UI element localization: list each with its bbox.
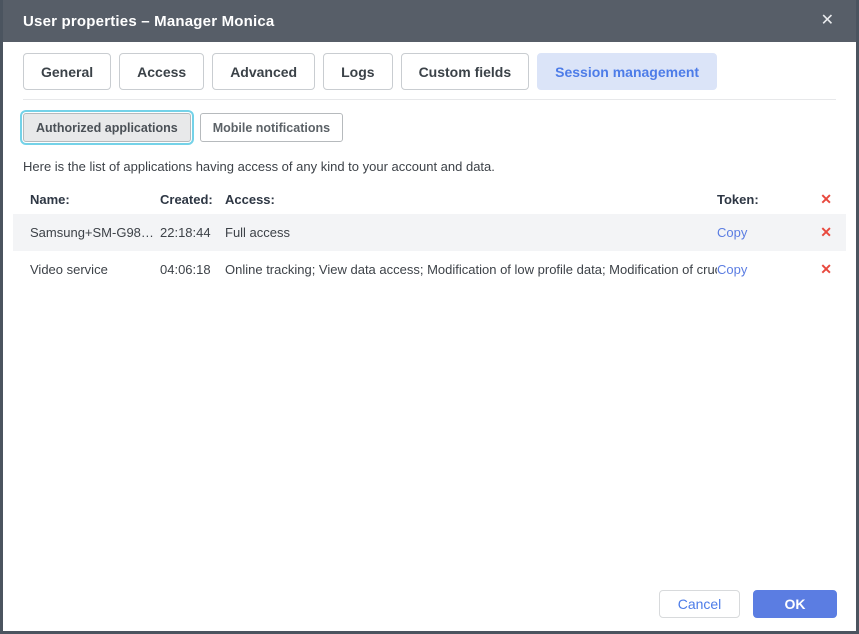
app-access: Online tracking; View data access; Modif… [225, 262, 717, 277]
ok-button[interactable]: OK [753, 590, 837, 618]
delete-all-icon[interactable]: ✕ [820, 191, 832, 208]
subtab-mobile-notifications[interactable]: Mobile notifications [200, 113, 343, 142]
dialog-titlebar: User properties – Manager Monica ✕ [3, 0, 856, 42]
subtab-authorized-applications[interactable]: Authorized applications [23, 113, 191, 142]
table-header-row: Name: Created: Access: Token: ✕ [13, 184, 846, 214]
tab-bar: General Access Advanced Logs Custom fiel… [23, 53, 836, 90]
user-properties-dialog: User properties – Manager Monica ✕ Gener… [0, 0, 859, 634]
tab-logs[interactable]: Logs [323, 53, 392, 90]
header-access: Access: [225, 192, 717, 207]
tabs-divider [23, 99, 836, 100]
authorized-applications-table: Name: Created: Access: Token: ✕ Samsung+… [3, 184, 856, 288]
dialog-title: User properties – Manager Monica [23, 13, 274, 30]
app-name: Samsung+SM-G98… [30, 225, 160, 240]
header-token: Token: [717, 192, 792, 207]
tab-general[interactable]: General [23, 53, 111, 90]
subtab-bar: Authorized applications Mobile notificat… [23, 113, 836, 142]
app-created: 22:18:44 [160, 225, 225, 240]
dialog-footer: Cancel OK [3, 590, 856, 631]
header-created: Created: [160, 192, 225, 207]
table-row: Video service 04:06:18 Online tracking; … [13, 251, 846, 288]
table-row: Samsung+SM-G98… 22:18:44 Full access Cop… [13, 214, 846, 251]
delete-row-icon[interactable]: ✕ [820, 224, 832, 241]
close-icon[interactable]: ✕ [817, 9, 838, 33]
delete-row-icon[interactable]: ✕ [820, 261, 832, 278]
tab-session-management[interactable]: Session management [537, 53, 717, 90]
copy-token-link[interactable]: Copy [717, 262, 747, 277]
app-name: Video service [30, 262, 160, 277]
app-access: Full access [225, 225, 717, 240]
applications-description: Here is the list of applications having … [23, 159, 836, 174]
cancel-button[interactable]: Cancel [659, 590, 740, 618]
tab-custom-fields[interactable]: Custom fields [401, 53, 530, 90]
tab-access[interactable]: Access [119, 53, 204, 90]
tab-advanced[interactable]: Advanced [212, 53, 315, 90]
header-name: Name: [30, 192, 160, 207]
copy-token-link[interactable]: Copy [717, 225, 747, 240]
app-created: 04:06:18 [160, 262, 225, 277]
